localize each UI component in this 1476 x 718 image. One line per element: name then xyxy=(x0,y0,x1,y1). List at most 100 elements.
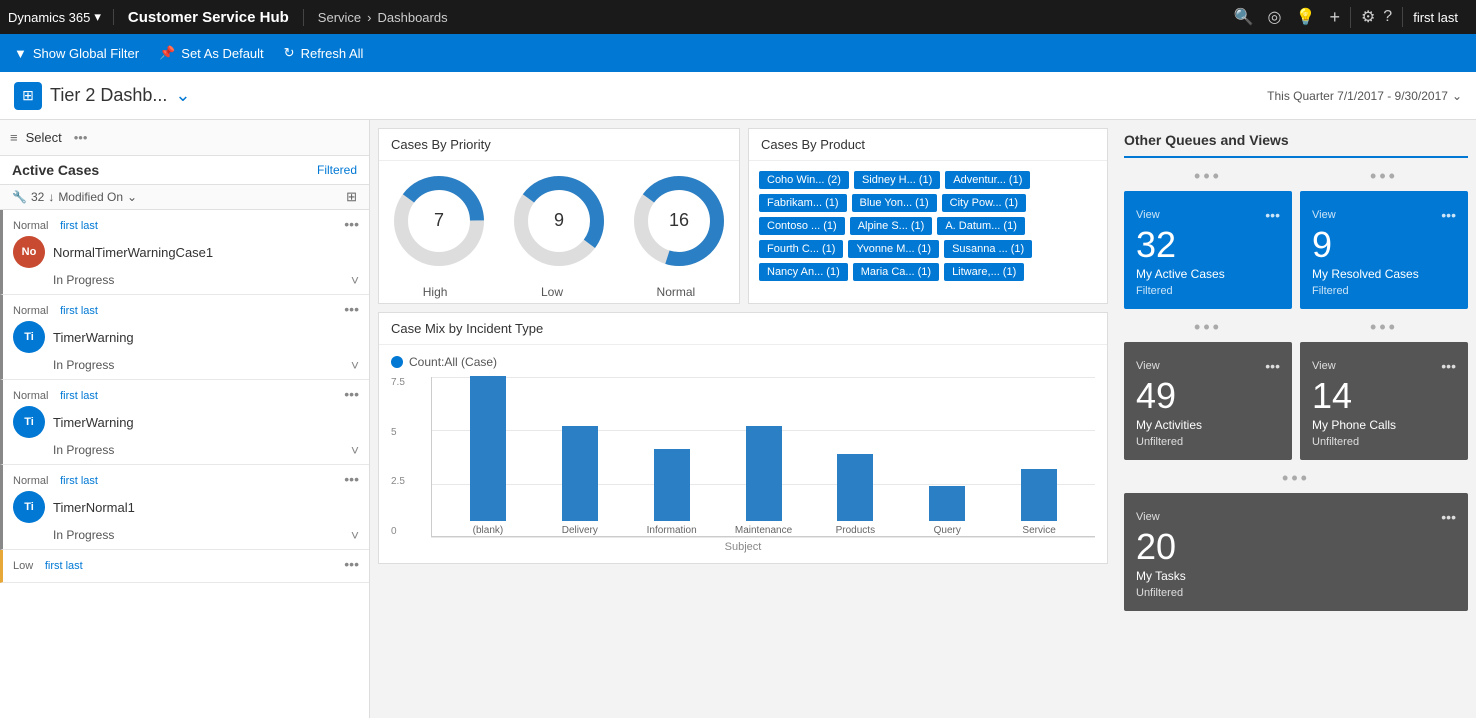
my-resolved-cases-card[interactable]: View ••• 9 My Resolved Cases Filtered xyxy=(1300,191,1468,309)
my-phone-calls-card[interactable]: View ••• 14 My Phone Calls Unfiltered xyxy=(1300,342,1468,460)
help-icon[interactable]: ? xyxy=(1383,8,1392,26)
show-global-filter-button[interactable]: ▼ Show Global Filter xyxy=(14,46,139,61)
search-icon[interactable]: 🔍 xyxy=(1234,7,1254,27)
view-toggle-icon[interactable]: ⊞ xyxy=(346,189,357,205)
set-as-default-label: Set As Default xyxy=(181,46,263,61)
my-activities-card[interactable]: View ••• 49 My Activities Unfiltered xyxy=(1124,342,1292,460)
info-icon[interactable]: 💡 xyxy=(1296,7,1316,27)
case-more-button[interactable]: ••• xyxy=(344,386,359,402)
case-mix-title: Case Mix by Incident Type xyxy=(379,313,1107,345)
pie-label-low: Low xyxy=(541,285,563,299)
case-more-button[interactable]: ••• xyxy=(344,471,359,487)
card-more-button[interactable]: ••• xyxy=(1441,358,1456,374)
case-more-button[interactable]: ••• xyxy=(344,216,359,232)
product-tag[interactable]: Yvonne M... (1) xyxy=(848,240,939,258)
product-tag[interactable]: Alpine S... (1) xyxy=(850,217,933,235)
view-label: View xyxy=(1312,209,1336,221)
product-tags-container: Coho Win... (2) Sidney H... (1) Adventur… xyxy=(749,161,1107,291)
product-tag[interactable]: Nancy An... (1) xyxy=(759,263,848,281)
product-tag[interactable]: Susanna ... (1) xyxy=(944,240,1032,258)
product-tag[interactable]: Contoso ... (1) xyxy=(759,217,845,235)
select-button[interactable]: Select xyxy=(26,130,62,145)
case-name[interactable]: TimerWarning xyxy=(53,330,134,345)
card-more-button[interactable]: ••• xyxy=(1265,358,1280,374)
nav-icons-group: 🔍 ◎ 💡 + xyxy=(1224,7,1351,28)
case-priority: Normal xyxy=(13,390,48,402)
hub-title[interactable]: Customer Service Hub xyxy=(114,9,304,26)
case-more-button[interactable]: ••• xyxy=(344,301,359,317)
settings-icon[interactable]: ⚙ xyxy=(1361,7,1375,27)
case-item-header: Low first last ••• xyxy=(13,556,359,572)
sort-down-icon[interactable]: ↓ xyxy=(48,190,54,204)
product-tag[interactable]: Maria Ca... (1) xyxy=(853,263,939,281)
sort-field[interactable]: Modified On xyxy=(58,190,123,204)
case-body: Ti TimerWarning xyxy=(13,406,359,438)
bar-group-information: Information xyxy=(626,449,718,536)
bar-group-blank: (blank) xyxy=(442,376,534,536)
pie-labels-row: High Low Normal xyxy=(379,281,739,303)
dashboard-period[interactable]: This Quarter 7/1/2017 - 9/30/2017 ⌄ xyxy=(1267,89,1462,103)
case-expand-button[interactable]: ˅ xyxy=(351,527,359,543)
navigate-icon[interactable]: ◎ xyxy=(1268,7,1282,27)
my-resolved-cases-sub: Filtered xyxy=(1312,285,1456,297)
case-name[interactable]: TimerNormal1 xyxy=(53,500,135,515)
refresh-all-button[interactable]: ↻ Refresh All xyxy=(284,45,364,61)
view-label: View xyxy=(1136,209,1160,221)
funnel-icon: ▼ xyxy=(14,46,27,61)
breadcrumb-service[interactable]: Service xyxy=(318,10,361,25)
bar-maintenance xyxy=(746,426,782,521)
card-header: View ••• xyxy=(1312,358,1456,374)
product-tag[interactable]: Adventur... (1) xyxy=(945,171,1030,189)
card-header: View ••• xyxy=(1136,509,1456,525)
product-tag[interactable]: City Pow... (1) xyxy=(942,194,1026,212)
case-more-button[interactable]: ••• xyxy=(344,556,359,572)
dashboard-title-dropdown[interactable]: ⌄ xyxy=(175,85,190,106)
card-header: View ••• xyxy=(1312,207,1456,223)
bar-group-products: Products xyxy=(809,454,901,536)
panel-toolbar-more[interactable]: ••• xyxy=(74,130,88,145)
cases-by-product-title: Cases By Product xyxy=(749,129,1107,161)
case-expand-button[interactable]: ˅ xyxy=(351,272,359,288)
dynamics365-brand[interactable]: Dynamics 365 ▾ xyxy=(8,9,114,25)
cases-by-product-chart: Cases By Product Coho Win... (2) Sidney … xyxy=(748,128,1108,304)
card-more-button[interactable]: ••• xyxy=(1265,207,1280,223)
product-tag[interactable]: Sidney H... (1) xyxy=(854,171,940,189)
bar-label-products: Products xyxy=(836,525,875,536)
bar-query xyxy=(929,486,965,521)
set-as-default-button[interactable]: 📌 Set As Default xyxy=(159,45,264,61)
case-owner: first last xyxy=(45,560,83,572)
case-priority: Low xyxy=(13,560,33,572)
product-tag[interactable]: Fourth C... (1) xyxy=(759,240,843,258)
add-icon[interactable]: + xyxy=(1329,7,1340,28)
card-more-button[interactable]: ••• xyxy=(1441,509,1456,525)
card-more-button[interactable]: ••• xyxy=(1441,207,1456,223)
my-tasks-card[interactable]: View ••• 20 My Tasks Unfiltered xyxy=(1124,493,1468,611)
case-expand-button[interactable]: ˅ xyxy=(351,442,359,458)
left-panel: ≡ Select ••• Active Cases Filtered 🔧 32 … xyxy=(0,120,370,718)
wrench-icon: 🔧 xyxy=(12,190,27,204)
product-tag[interactable]: Blue Yon... (1) xyxy=(852,194,937,212)
product-tag[interactable]: Fabrikam... (1) xyxy=(759,194,847,212)
dots-spacer: ••• xyxy=(1124,317,1292,338)
case-footer: In Progress ˅ xyxy=(13,527,359,543)
cases-by-priority-title: Cases By Priority xyxy=(379,129,739,161)
user-menu[interactable]: first last xyxy=(1403,10,1468,25)
bar-label-delivery: Delivery xyxy=(562,525,598,536)
dots-row-2: ••• ••• xyxy=(1124,317,1468,338)
my-active-cases-card[interactable]: View ••• 32 My Active Cases Filtered xyxy=(1124,191,1292,309)
top-navigation: Dynamics 365 ▾ Customer Service Hub Serv… xyxy=(0,0,1476,34)
case-name[interactable]: TimerWarning xyxy=(53,415,134,430)
brand-dropdown-icon[interactable]: ▾ xyxy=(94,9,101,25)
bar-chart-wrapper: 7.5 5 2.5 0 ( xyxy=(391,377,1095,537)
case-avatar: Ti xyxy=(13,491,45,523)
case-expand-button[interactable]: ˅ xyxy=(351,357,359,373)
case-name[interactable]: NormalTimerWarningCase1 xyxy=(53,245,213,260)
case-item: Normal first last ••• Ti TimerWarning In… xyxy=(0,380,369,465)
product-tag[interactable]: Coho Win... (2) xyxy=(759,171,849,189)
queue-cards-row-2: View ••• 49 My Activities Unfiltered Vie… xyxy=(1124,342,1468,460)
case-body: Ti TimerWarning xyxy=(13,321,359,353)
product-tag[interactable]: Litware,... (1) xyxy=(944,263,1024,281)
sort-field-dropdown[interactable]: ⌄ xyxy=(127,190,137,204)
product-tag[interactable]: A. Datum... (1) xyxy=(937,217,1025,235)
case-owner: first last xyxy=(60,475,98,487)
